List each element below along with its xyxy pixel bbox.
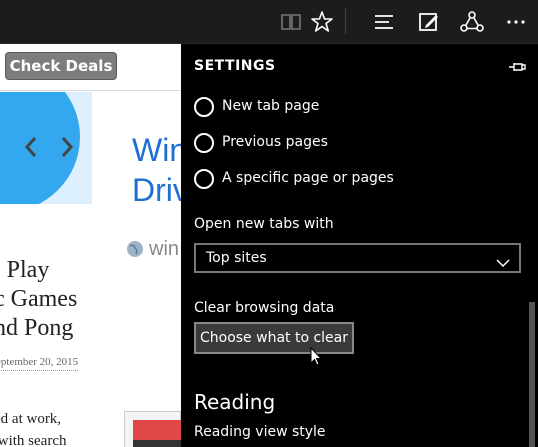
open-tabs-label: Open new tabs with	[194, 216, 334, 232]
globe-icon	[126, 240, 144, 262]
article-excerpt: ed at work, with search	[0, 411, 67, 447]
radio-circle[interactable]	[194, 169, 214, 189]
article-date: eptember 20, 2015	[0, 356, 79, 371]
carousel-prev-icon[interactable]	[24, 136, 38, 162]
mouse-cursor-icon	[310, 346, 323, 371]
radio-circle[interactable]	[194, 133, 214, 153]
favorite-star-icon[interactable]	[309, 9, 335, 35]
settings-title: SETTINGS	[194, 58, 276, 74]
radio-label: Previous pages	[222, 134, 328, 150]
web-note-icon[interactable]	[416, 9, 442, 35]
article-headline[interactable]: : Play c Games nd Pong	[0, 256, 77, 343]
article-title-link[interactable]: Win Driv	[132, 130, 181, 210]
site-name: win	[149, 238, 180, 260]
radio-circle[interactable]	[194, 97, 214, 117]
thumbnail-image	[124, 411, 181, 447]
hub-icon[interactable]	[371, 9, 397, 35]
reading-view-icon[interactable]	[278, 9, 304, 35]
reading-view-style-label: Reading view style	[194, 424, 326, 440]
reading-heading: Reading	[194, 390, 276, 414]
choose-what-to-clear-button[interactable]: Choose what to clear	[194, 322, 354, 354]
settings-panel: SETTINGS New tab page Previous pages A s…	[181, 44, 538, 447]
pin-icon[interactable]	[508, 58, 526, 77]
dropdown-value: Top sites	[206, 250, 267, 266]
chevron-down-icon	[496, 253, 510, 272]
radio-label: New tab page	[222, 98, 320, 114]
settings-scrollbar[interactable]	[529, 302, 535, 447]
share-icon[interactable]	[459, 9, 485, 35]
more-icon[interactable]	[503, 9, 529, 35]
toolbar-separator	[345, 8, 346, 34]
check-deals-button[interactable]: Check Deals	[6, 53, 116, 79]
web-page: Check Deals Win Driv win : Play c Games …	[0, 44, 181, 447]
radio-label: A specific page or pages	[222, 170, 394, 186]
browser-toolbar	[0, 0, 538, 44]
clear-data-label: Clear browsing data	[194, 300, 335, 316]
carousel-image	[0, 92, 92, 204]
carousel-next-icon[interactable]	[60, 136, 74, 162]
divider	[0, 90, 181, 91]
open-tabs-dropdown[interactable]: Top sites	[194, 243, 521, 273]
